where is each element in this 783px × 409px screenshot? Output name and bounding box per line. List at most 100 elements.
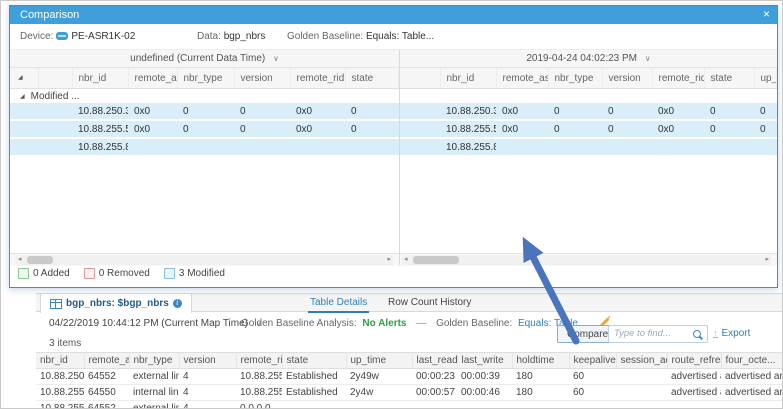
spacer-cell (10, 68, 38, 89)
column-header[interactable]: last_write (457, 353, 512, 369)
column-header[interactable]: version (234, 68, 290, 89)
column-header[interactable]: up_time (754, 68, 777, 89)
column-header[interactable]: session_active (616, 353, 667, 369)
golden-baseline-summary: Golden Baseline Analysis: No Alerts — Go… (241, 318, 610, 329)
legend-removed: 0 Removed (84, 268, 150, 279)
spacer-cell (400, 138, 440, 156)
column-header[interactable]: remote_as (84, 353, 129, 369)
export-button[interactable]: ↑ Export (713, 328, 750, 339)
scroll-thumb[interactable] (27, 256, 53, 264)
cell: 0 (345, 120, 399, 138)
table-row[interactable]: 10.88.255.8164552external link40.0.0.0 (36, 401, 783, 409)
column-header[interactable]: route_refresh (667, 353, 721, 369)
analysis-status: No Alerts (362, 318, 406, 329)
group-row-modified[interactable]: ◢Modified ... (10, 89, 399, 104)
cell: 10.88.255.5 (236, 385, 282, 401)
cell: 00:00:23 (412, 369, 457, 385)
column-header[interactable]: holdtime (512, 353, 569, 369)
search-input[interactable] (609, 326, 690, 339)
table-row[interactable]: 10.88.255.81 (400, 138, 777, 156)
column-header[interactable]: nbr_type (129, 353, 179, 369)
info-icon[interactable] (173, 299, 182, 308)
right-time-dropdown[interactable]: 2019-04-24 04:02:23 PM ∨ (400, 50, 777, 68)
tab-table-details[interactable]: Table Details (308, 294, 369, 313)
scroll-right-icon[interactable]: ▸ (387, 255, 391, 265)
table-icon (50, 299, 62, 309)
column-header[interactable]: remote_rid (652, 68, 704, 89)
data-label: Data: (197, 31, 221, 42)
scroll-left-icon[interactable]: ◂ (404, 255, 408, 265)
data-info: Data: bgp_nbrs (197, 24, 265, 49)
column-header[interactable]: state (345, 68, 399, 89)
table-tab-bgp-nbrs[interactable]: bgp_nbrs: $bgp_nbrs (40, 294, 192, 313)
column-header[interactable]: up_time (346, 353, 412, 369)
device-label: Device: (20, 31, 53, 42)
cell: 0x0 (290, 103, 345, 120)
scroll-right-icon[interactable]: ▸ (765, 255, 769, 265)
column-header[interactable]: version (602, 68, 652, 89)
table-row[interactable]: 10.88.250.310x0000x000 (400, 103, 777, 120)
left-table-header: nbr_idremote_asnbr_typeversionremote_rid… (10, 68, 399, 89)
scroll-thumb[interactable] (413, 256, 459, 264)
close-button[interactable]: × (763, 6, 770, 24)
column-header[interactable]: remote_as (128, 68, 177, 89)
tab-row-count-history[interactable]: Row Count History (386, 294, 473, 311)
table-row[interactable]: 10.88.255.50x0000x000 (400, 120, 777, 138)
table-row[interactable]: 10.88.255.564550internal link410.88.255.… (36, 385, 783, 401)
dialog-titlebar[interactable]: Comparison × (10, 6, 777, 24)
cell: 10.88.250.31 (36, 369, 84, 385)
column-header[interactable]: nbr_id (440, 68, 496, 89)
column-header[interactable]: remote_rid (236, 353, 282, 369)
table-row[interactable]: 10.88.250.3164552external link410.88.255… (36, 369, 783, 385)
column-header[interactable]: nbr_type (548, 68, 602, 89)
search-box[interactable] (608, 325, 708, 343)
spacer-cell (400, 103, 440, 120)
column-header[interactable]: state (282, 353, 346, 369)
right-comparison-table: nbr_idremote_asnbr_typeversionremote_rid… (400, 68, 777, 157)
table-row[interactable]: 10.88.250.310x0000x00 (10, 103, 399, 120)
column-header[interactable]: remote_as (496, 68, 548, 89)
cell: 10.88.250.31 (440, 103, 496, 120)
map-time-label: 04/22/2019 10:44:12 PM (Current Map Time… (49, 318, 248, 329)
left-comparison-panel: undefined (Current Data Time) ∨ ◢ nbr_id… (10, 50, 399, 253)
column-header[interactable]: state (704, 68, 754, 89)
column-header[interactable]: nbr_id (36, 353, 84, 369)
left-time-dropdown[interactable]: undefined (Current Data Time) ∨ (10, 50, 399, 68)
cell: 10.88.255.5 (440, 120, 496, 138)
column-header[interactable]: nbr_type (177, 68, 234, 89)
cell: 0x0 (496, 103, 548, 120)
cell (754, 138, 777, 156)
cell: 60 (569, 385, 616, 401)
table-row[interactable]: 10.88.255.81 (10, 138, 399, 156)
column-header[interactable]: last_read (412, 353, 457, 369)
scroll-left-icon[interactable]: ◂ (18, 255, 22, 265)
cell: 0x0 (652, 120, 704, 138)
column-header[interactable]: remote_rid (290, 68, 345, 89)
cell: 64552 (84, 369, 129, 385)
cell (652, 138, 704, 156)
column-header[interactable]: four_octe... (721, 353, 783, 369)
cell (616, 401, 667, 409)
device-icon (56, 32, 68, 40)
cell: 2y49w (346, 369, 412, 385)
column-header[interactable]: keepalive (569, 353, 616, 369)
column-header[interactable]: nbr_id (72, 68, 128, 89)
column-header[interactable]: version (179, 353, 236, 369)
group-label: Modified ... (31, 91, 80, 102)
left-h-scrollbar[interactable]: ◂ ▸ (16, 255, 393, 265)
table-row[interactable]: 10.88.255.50x0000x00 (10, 120, 399, 138)
collapse-all-icon[interactable]: ◢ (18, 74, 23, 81)
map-time-dropdown[interactable]: 04/22/2019 10:44:12 PM (Current Map Time… (49, 318, 262, 329)
cell: 0x0 (128, 120, 177, 138)
right-h-scrollbar[interactable]: ◂ ▸ (402, 255, 771, 265)
export-label: Export (722, 328, 751, 339)
right-time-label: 2019-04-24 04:02:23 PM (526, 53, 637, 64)
comparison-dialog: Comparison × Device:PE-ASR1K-02 Data: bg… (9, 5, 778, 288)
search-icon[interactable] (693, 330, 701, 338)
cell: 00:00:57 (412, 385, 457, 401)
cell (667, 401, 721, 409)
modified-label: 3 Modified (179, 268, 225, 279)
cell: 0x0 (652, 103, 704, 120)
baseline-dash-icon: — (416, 318, 426, 329)
cell: advertised an... (667, 369, 721, 385)
